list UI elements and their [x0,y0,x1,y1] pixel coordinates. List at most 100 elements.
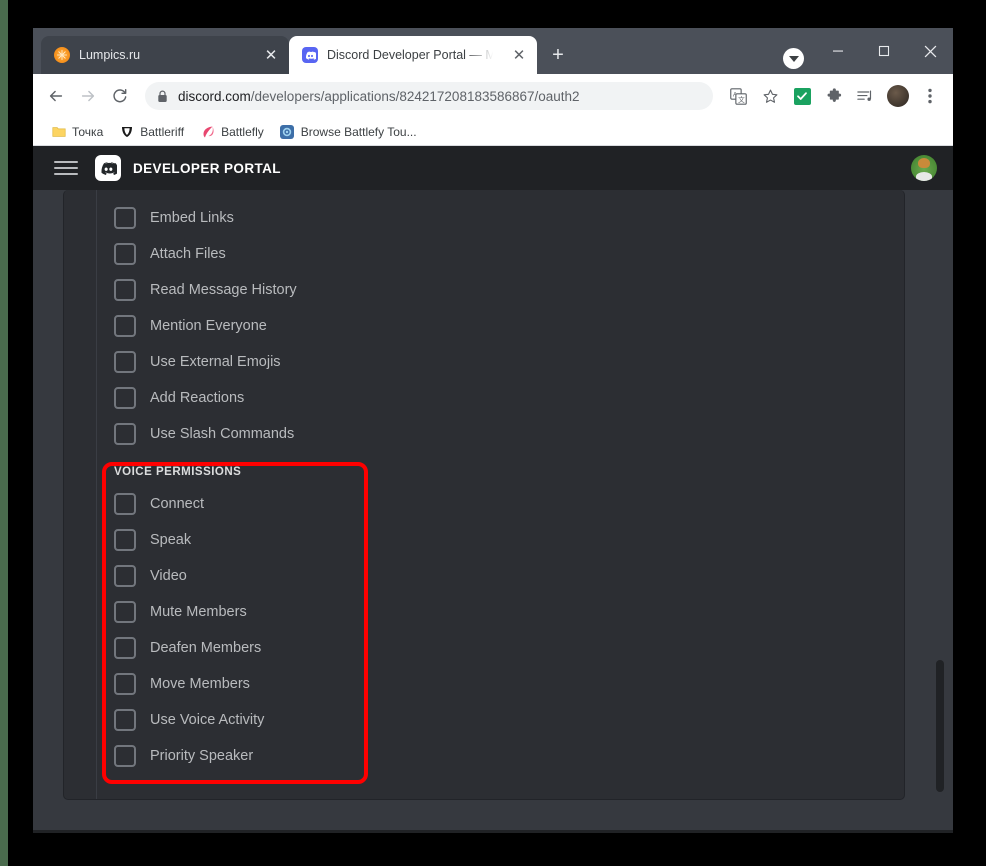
oauth2-permissions-card: Embed Links Attach Files Read Message Hist… [63,190,905,800]
general-permissions-list: Embed Links Attach Files Read Message Hist… [64,200,904,452]
translate-icon[interactable]: A 文 [723,81,753,111]
permission-row[interactable]: Deafen Members [114,630,904,666]
permission-label: Priority Speaker [150,748,254,764]
bookmark-battlefly[interactable]: Battlefly [192,121,272,142]
bookmark-label: Battlefly [221,124,264,139]
checkbox-speak[interactable] [114,529,136,551]
permission-row[interactable]: Move Members [114,666,904,702]
extensions-puzzle-icon[interactable] [819,81,849,111]
page-scrollbar[interactable] [933,190,947,833]
browser-toolbar: discord.com/developers/applications/8242… [33,74,953,118]
permission-label: Video [150,568,187,584]
checkbox-attach-files[interactable] [114,243,136,265]
new-tab-button[interactable]: + [545,42,571,68]
permission-row[interactable]: Attach Files [114,236,904,272]
permission-row[interactable]: Read Message History [114,272,904,308]
url-path: /developers/applications/824217208183586… [250,88,580,104]
hamburger-icon[interactable] [51,153,81,183]
permission-row[interactable]: Mute Members [114,594,904,630]
permission-row[interactable]: Embed Links [114,200,904,236]
green-check-badge [793,87,811,105]
bookmark-tochka[interactable]: Точка [43,121,111,142]
voice-permissions-heading: VOICE PERMISSIONS [114,466,242,478]
address-bar[interactable]: discord.com/developers/applications/8242… [145,82,713,110]
browser-tab-lumpics[interactable]: Lumpics.ru ✕ [41,36,289,74]
maximize-button[interactable] [861,28,907,74]
checkbox-priority-speaker[interactable] [114,745,136,767]
checkbox-embed-links[interactable] [114,207,136,229]
close-icon[interactable]: ✕ [509,45,529,65]
page-title: DEVELOPER PORTAL [133,160,281,176]
url-text: discord.com/developers/applications/8242… [178,89,580,104]
bookmark-label: Browse Battlefy Tou... [300,124,417,139]
permission-label: Attach Files [150,246,226,262]
permission-row[interactable]: Video [114,558,904,594]
permission-row[interactable]: Add Reactions [114,380,904,416]
permission-label: Connect [150,496,205,512]
checkbox-use-external-emojis[interactable] [114,351,136,373]
checkbox-mute-members[interactable] [114,601,136,623]
bookmark-label: Battleriff [140,124,185,139]
checkbox-mention-everyone[interactable] [114,315,136,337]
permission-label: Move Members [150,676,250,692]
tab-strip: Lumpics.ru ✕ Discord Developer Portal — … [33,28,953,74]
avatar[interactable] [911,155,937,181]
permission-label: Deafen Members [150,640,262,656]
extension-green-check-icon[interactable] [787,81,817,111]
tab-title: Lumpics.ru [79,48,141,62]
voice-permissions-list: Connect Speak Video Mute Members Deafen Memb… [64,486,904,774]
checkbox-move-members[interactable] [114,673,136,695]
permission-label: Mention Everyone [150,318,267,334]
checkbox-use-voice-activity[interactable] [114,709,136,731]
scrollbar-thumb[interactable] [936,660,944,792]
chrome-menu-icon[interactable] [915,81,945,111]
gear-icon [280,124,295,139]
discord-favicon [302,47,318,63]
developer-portal-header: DEVELOPER PORTAL [33,146,953,190]
permission-row[interactable]: Use Voice Activity [114,702,904,738]
checkbox-use-slash-commands[interactable] [114,423,136,445]
checkbox-read-message-history[interactable] [114,279,136,301]
checkbox-video[interactable] [114,565,136,587]
folder-icon [51,124,66,139]
close-button[interactable] [907,28,953,74]
permission-label: Mute Members [150,604,247,620]
permission-label: Use External Emojis [150,354,281,370]
checkbox-add-reactions[interactable] [114,387,136,409]
lock-icon [157,90,168,103]
permission-row[interactable]: Priority Speaker [114,738,904,774]
permission-label: Read Message History [150,282,297,298]
profile-avatar-icon[interactable] [883,81,913,111]
url-domain: discord.com [178,88,251,104]
permission-row[interactable]: Speak [114,522,904,558]
browser-tab-discord-developer-portal[interactable]: Discord Developer Portal — My A ✕ [289,36,537,74]
back-button[interactable] [41,81,71,111]
permission-row[interactable]: Use External Emojis [114,344,904,380]
bookmarks-bar: Точка Battleriff Battlefly Browse Battle… [33,118,953,146]
page-bottom-edge [33,830,953,833]
permission-label: Add Reactions [150,390,245,406]
discord-logo-icon [95,155,121,181]
minimize-button[interactable] [815,28,861,74]
browser-window: Lumpics.ru ✕ Discord Developer Portal — … [33,28,953,833]
vertical-divider [96,190,97,799]
chevron-down-icon[interactable] [783,48,804,69]
bookmark-browse-battlefy-tournaments[interactable]: Browse Battlefy Tou... [272,121,425,142]
permission-label: Speak [150,532,192,548]
forward-button[interactable] [73,81,103,111]
media-playlist-icon[interactable] [851,81,881,111]
desktop-edge-strip [0,0,8,866]
checkbox-deafen-members[interactable] [114,637,136,659]
tab-title: Discord Developer Portal — My A [327,48,500,62]
shield-icon [119,124,134,139]
permission-row[interactable]: Mention Everyone [114,308,904,344]
permission-row[interactable]: Use Slash Commands [114,416,904,452]
bookmark-star-icon[interactable] [755,81,785,111]
permission-label: Use Slash Commands [150,426,295,442]
page-body: Embed Links Attach Files Read Message Hist… [33,190,953,833]
bookmark-battleriff[interactable]: Battleriff [111,121,192,142]
close-icon[interactable]: ✕ [261,45,281,65]
reload-button[interactable] [105,81,135,111]
checkbox-connect[interactable] [114,493,136,515]
permission-row[interactable]: Connect [114,486,904,522]
